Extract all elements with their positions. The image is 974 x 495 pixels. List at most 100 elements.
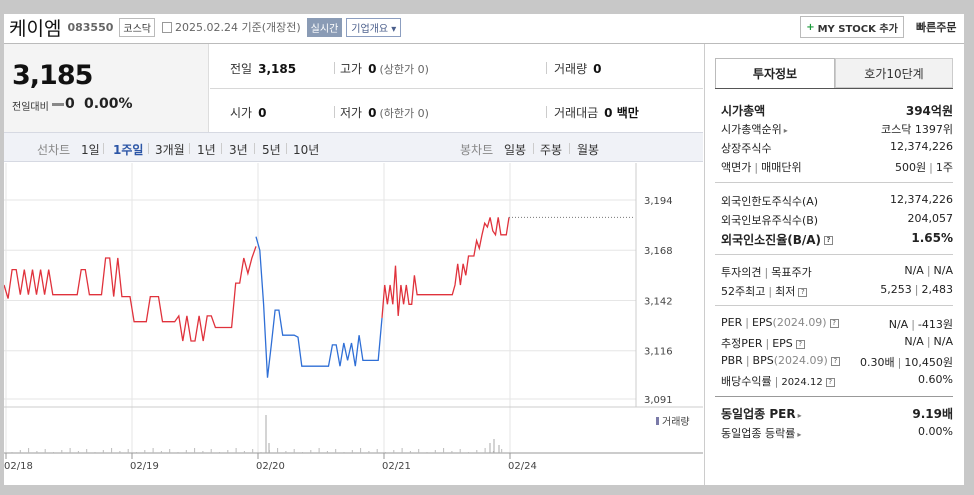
industry-per-label: 동일업종 PER (721, 407, 796, 421)
stat-amount: 거래대금 0 백만 (554, 104, 639, 121)
est-per-label: 추정PER (721, 337, 763, 350)
x-tick-label: 02/21 (382, 461, 411, 472)
stat-low: 저가 0 (하한가 0) (340, 104, 429, 121)
x-tick-label: 02/19 (130, 461, 159, 472)
tab-invest-info[interactable]: 투자정보 (715, 58, 835, 88)
par-value: 500원 (895, 161, 927, 174)
eps-value: -413원 (917, 318, 953, 331)
x-tick-label: 02/20 (256, 461, 285, 472)
pbr-separator: | (897, 356, 902, 369)
stock-page: 케이엠 083550 코스닥 2025.02.24 기준(개장전) 실시간 기업… (0, 0, 974, 495)
bps-value: 10,450원 (904, 356, 953, 369)
row-cap-rank[interactable]: 시가총액순위 ▸ 코스닥 1397위 (721, 121, 953, 137)
corp-summary-label: 기업개요 (351, 23, 389, 35)
my-stock-add-button[interactable]: + MY STOCK 추가 (800, 16, 904, 38)
panel-divider (715, 182, 953, 183)
stat-divider (334, 62, 335, 74)
help-icon[interactable]: ? (795, 339, 805, 349)
y-axis-labels: 3,194 3,168 3,142 3,116 3,091 (644, 196, 673, 406)
est-per-value: N/A (904, 335, 924, 348)
row-industry-change[interactable]: 동일업종 등락률 ▸ 0.00% (721, 425, 953, 441)
help-icon[interactable]: ? (829, 318, 839, 328)
x-axis-labels: 02/18 02/19 02/20 02/21 02/24 (4, 461, 537, 472)
change-percent-value: 0.00% (84, 96, 133, 112)
panel-divider (715, 88, 953, 89)
frame-bottom (0, 485, 974, 495)
tab-order-book[interactable]: 호가10단계 (835, 58, 953, 88)
quick-order-button[interactable]: 빠른주문 (916, 19, 956, 35)
volume-bars (11, 415, 503, 453)
stat-volume: 거래량 0 (554, 60, 601, 77)
industry-per-value: 9.19배 (912, 407, 953, 421)
tab-candle-daily[interactable]: 일봉 (504, 141, 526, 158)
tab-period-3m[interactable]: 3개월 (155, 141, 185, 158)
tab-divider (189, 143, 190, 154)
row-industry-per[interactable]: 동일업종 PER ▸ 9.19배 (721, 405, 953, 421)
per-value: N/A (888, 318, 909, 331)
foreign-ratio-value: 1.65% (911, 231, 953, 245)
row-per: PER | EPS(2024.09)? N/A | -413원 (721, 316, 953, 332)
change-label: 전일대비 (12, 102, 49, 113)
est-separator: | (926, 335, 931, 348)
x-tick-label: 02/24 (508, 461, 537, 472)
frame-top (0, 0, 974, 14)
realtime-badge[interactable]: 실시간 (306, 17, 343, 37)
pbr-label: PBR (721, 354, 743, 367)
panel-divider (715, 305, 953, 306)
corp-summary-dropdown[interactable]: 기업개요 ▾ (346, 17, 402, 37)
y-tick-label: 3,194 (644, 196, 673, 207)
cap-rank-label: 시가총액순위 (721, 123, 782, 136)
opinion-separator: | (926, 264, 931, 277)
stat-open: 시가 0 (230, 104, 266, 121)
stat-open-value: 0 (258, 106, 267, 120)
tab-period-10y[interactable]: 10년 (293, 141, 319, 158)
opinion-label: 투자의견 (721, 266, 762, 279)
stat-open-label: 시가 (230, 106, 253, 120)
y-tick-label: 3,116 (644, 347, 673, 358)
shares-label: 상장주식수 (721, 142, 772, 155)
shares-value: 12,374,226 (890, 140, 953, 153)
foreign-hold-value: 204,057 (907, 212, 954, 225)
opinion-separator: | (764, 266, 769, 279)
chevron-right-icon: ▸ (797, 411, 802, 420)
price-series-line (255, 236, 383, 378)
tab-period-5y[interactable]: 5년 (262, 141, 281, 158)
unit-value: 1주 (935, 161, 953, 174)
tab-candle-weekly[interactable]: 주봉 (540, 141, 562, 158)
stock-header: 케이엠 083550 코스닥 2025.02.24 기준(개장전) 실시간 기업… (4, 14, 964, 40)
w52-separator: | (914, 283, 919, 296)
price-series-line (4, 246, 257, 342)
panel-divider (715, 396, 953, 397)
tab-period-1d[interactable]: 1일 (81, 141, 100, 158)
row-pbr: PBR | BPS(2024.09)? 0.30배 | 10,450원 (721, 354, 953, 370)
stat-low-label: 저가 (340, 106, 363, 120)
tab-period-3y[interactable]: 3년 (229, 141, 248, 158)
change-percent: 0.00% (84, 96, 133, 112)
invest-info-panel: 투자정보 호가10단계 시가총액 394억원 시가총액순위 ▸ 코스닥 1397위 상… (704, 44, 964, 485)
price-chart[interactable]: 3,194 3,168 3,142 3,116 3,091 02/18 02/19 02/2… (4, 163, 703, 485)
target-label: 목표주가 (771, 266, 812, 279)
tab-candle-chart[interactable]: 봉차트 (460, 141, 493, 158)
stat-amount-label: 거래대금 (554, 106, 599, 120)
tab-line-chart[interactable]: 선차트 (37, 141, 70, 158)
my-stock-label: MY STOCK 추가 (817, 23, 898, 35)
dividend-value: 0.60% (918, 373, 953, 386)
tab-candle-monthly[interactable]: 월봉 (577, 141, 599, 158)
tab-period-1w[interactable]: 1주일 (113, 141, 143, 158)
help-icon[interactable]: ? (798, 287, 808, 297)
price-box: 3,185 전일대비 0 0.00% (4, 44, 209, 132)
foreign-ratio-label: 외국인소진율(B/A) (721, 233, 822, 247)
help-icon[interactable]: ? (824, 236, 834, 245)
par-label: 액면가 (721, 161, 752, 174)
stat-divider (546, 62, 547, 74)
chart-grid (4, 163, 703, 459)
help-icon[interactable]: ? (825, 377, 835, 387)
stat-low-limit: (하한가 0) (379, 107, 429, 120)
y-tick-label: 3,142 (644, 296, 673, 307)
tab-period-1y[interactable]: 1년 (197, 141, 216, 158)
help-icon[interactable]: ? (830, 356, 840, 366)
stat-volume-value: 0 (593, 62, 602, 76)
par-separator: | (929, 161, 933, 174)
pbr-separator: | (745, 354, 750, 367)
row-opinion: 투자의견 | 목표주가 N/A | N/A (721, 264, 953, 280)
